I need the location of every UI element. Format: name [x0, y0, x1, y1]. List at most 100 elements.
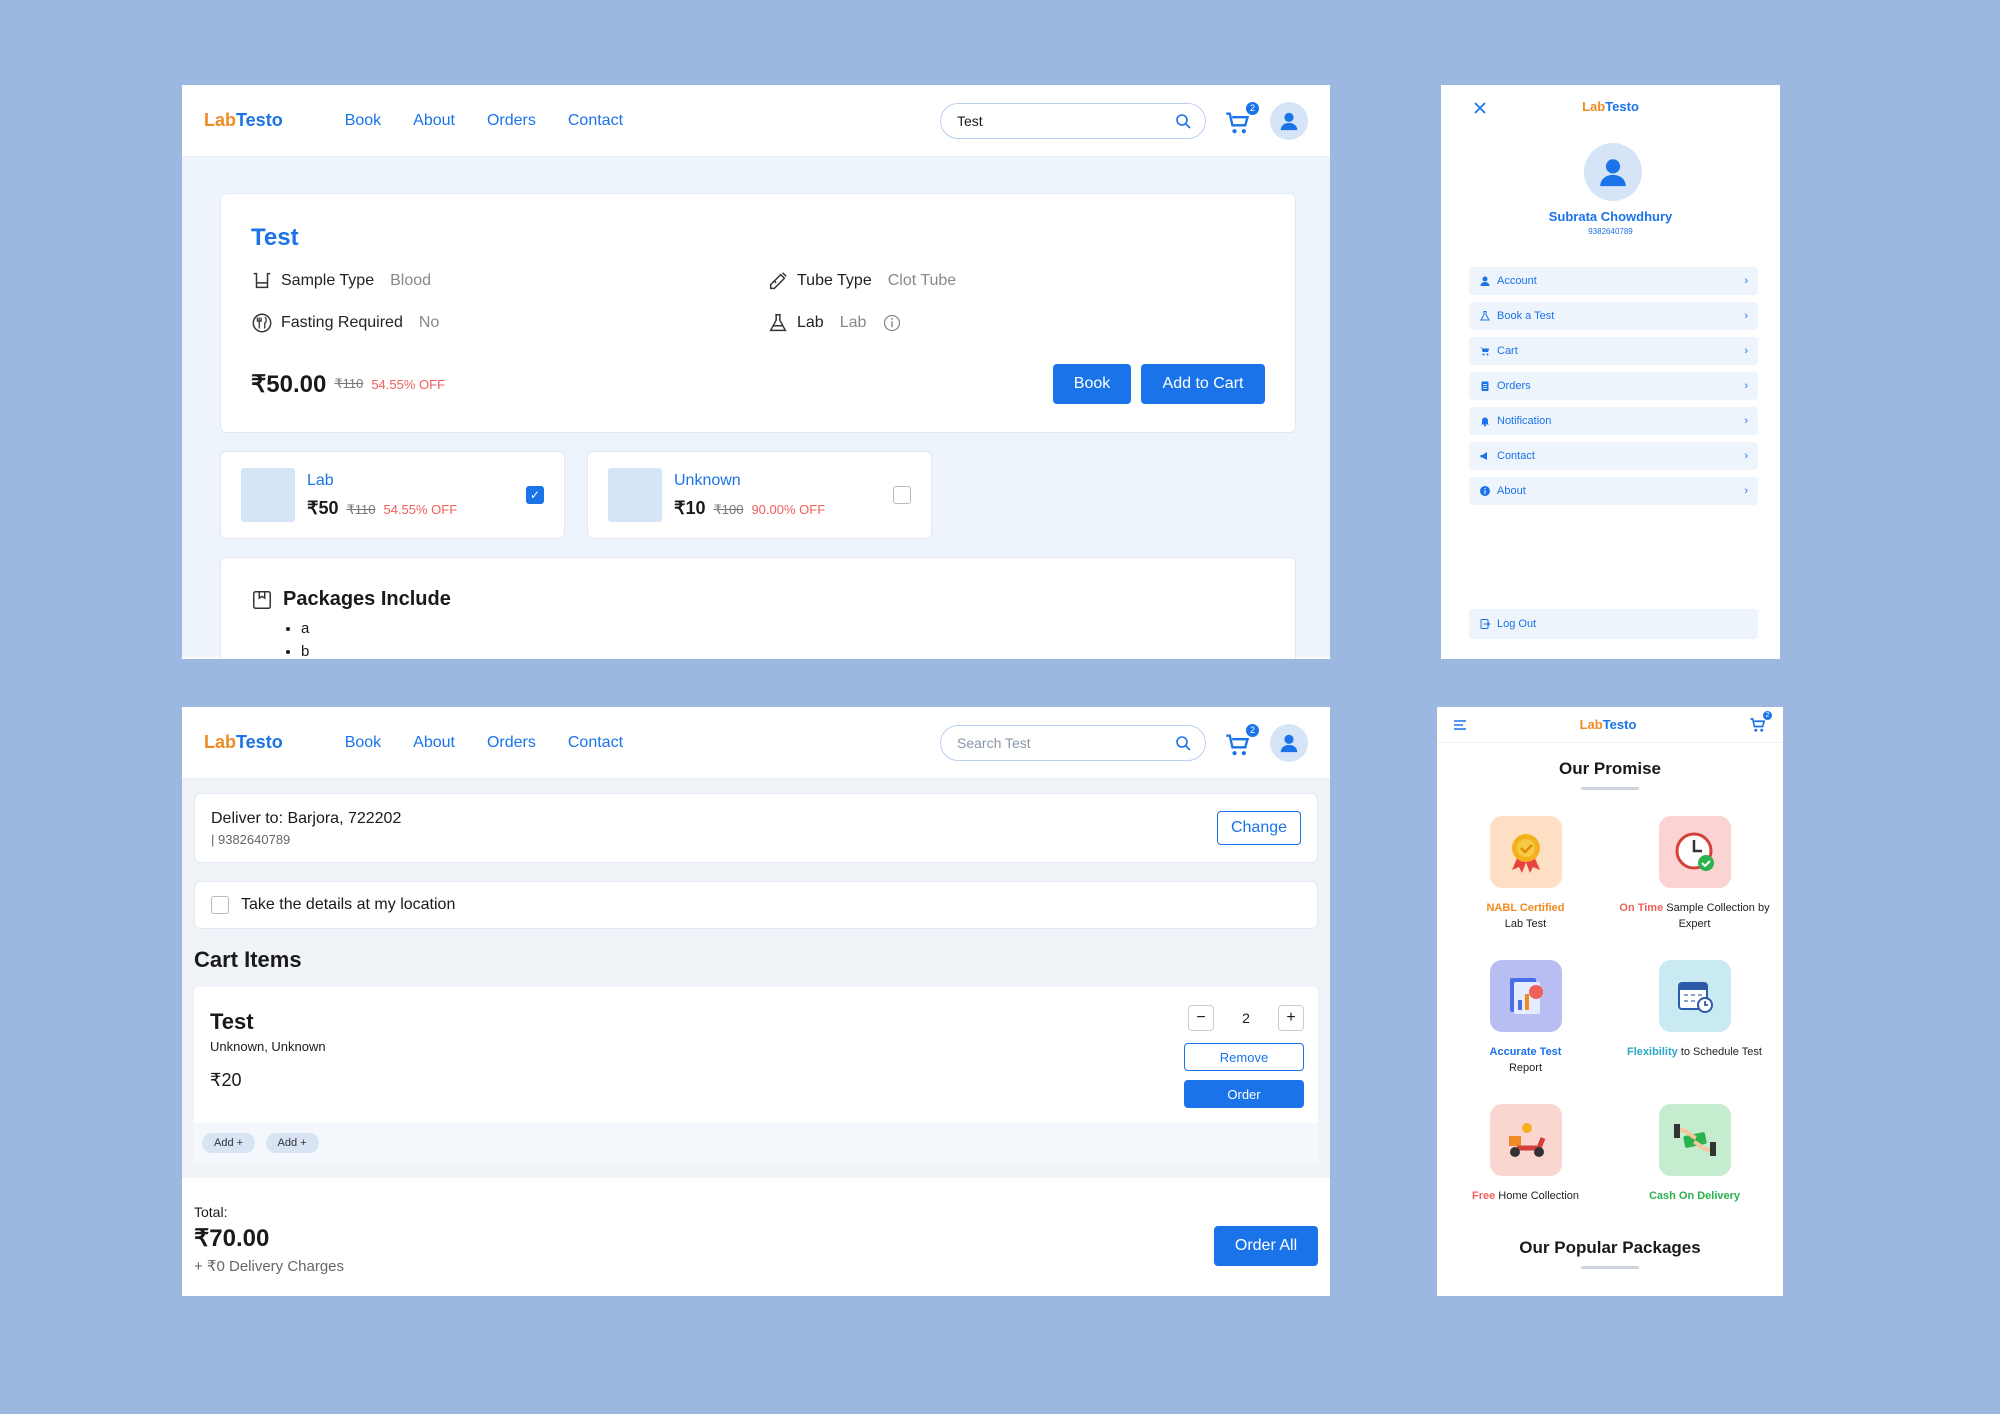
navbar: LabTesto Book About Orders Contact Test … [182, 85, 1330, 157]
menu-item-notification[interactable]: Notification › [1469, 407, 1758, 435]
menu-item-book-test[interactable]: Book a Test › [1469, 302, 1758, 330]
add-addon-button[interactable]: Add + [265, 1133, 319, 1153]
lab-thumbnail [608, 468, 662, 522]
nav-link-book[interactable]: Book [345, 112, 381, 130]
search-input[interactable]: Test [940, 102, 1206, 139]
mobile-header: LabTesto 2 [1437, 707, 1783, 743]
location-checkbox[interactable] [211, 896, 229, 914]
add-addon-button[interactable]: Add + [202, 1133, 256, 1153]
nav-link-about[interactable]: About [413, 112, 455, 130]
lab-checkbox[interactable] [893, 486, 911, 504]
chevron-right-icon: › [1744, 415, 1748, 427]
info-icon[interactable] [882, 313, 902, 333]
test-title: Test [251, 224, 299, 251]
search-icon[interactable] [1175, 735, 1191, 751]
total-bar: Total: ₹70.00 + ₹0 Delivery Charges Orde… [182, 1178, 1330, 1296]
location-label: Take the details at my location [241, 896, 456, 913]
quantity-value: 2 [1242, 1010, 1250, 1026]
brand-logo[interactable]: LabTesto [204, 732, 283, 753]
remove-button[interactable]: Remove [1184, 1043, 1304, 1071]
cart-count-badge: 2 [1245, 100, 1260, 116]
lab-checkbox-checked[interactable]: ✓ [526, 486, 544, 504]
brand-logo[interactable]: LabTesto [1441, 99, 1780, 114]
avatar[interactable] [1270, 723, 1308, 762]
list-item: a [301, 617, 1265, 640]
change-address-button[interactable]: Change [1217, 811, 1301, 845]
decrement-button[interactable]: − [1188, 1005, 1214, 1031]
logout-icon [1480, 619, 1491, 629]
deliver-phone: | 9382640789 [211, 831, 291, 847]
nav-link-book[interactable]: Book [345, 734, 381, 752]
report-icon [1489, 960, 1562, 1032]
menu-item-about[interactable]: About › [1469, 477, 1758, 505]
lab-name: Lab [307, 471, 334, 489]
avatar[interactable] [1270, 101, 1308, 140]
brand-logo[interactable]: LabTesto [204, 110, 283, 131]
test-original-price: ₹110 [334, 376, 364, 391]
deliver-label: Deliver to: [211, 809, 284, 827]
promise-free-home: Free Home Collection [1441, 1104, 1610, 1204]
user-icon [1480, 276, 1490, 286]
menu-item-contact[interactable]: Contact › [1469, 442, 1758, 470]
total-label: Total: [194, 1204, 228, 1220]
navbar: LabTesto Book About Orders Contact Searc… [182, 707, 1330, 779]
search-input[interactable]: Search Test [940, 724, 1206, 761]
user-icon [1600, 159, 1626, 187]
addons-row: Add + Add + [194, 1123, 1318, 1163]
nav-link-contact[interactable]: Contact [568, 734, 623, 752]
clock-icon [1658, 816, 1731, 888]
avatar[interactable] [1584, 143, 1642, 201]
lab-option-card[interactable]: Lab ₹50 ₹110 54.55% OFF ✓ [220, 451, 565, 539]
chevron-right-icon: › [1744, 485, 1748, 497]
logout-button[interactable]: Log Out [1469, 609, 1758, 639]
packages-title: Packages Include [283, 588, 451, 610]
scooter-icon [1489, 1104, 1562, 1176]
lab-price: ₹10 [674, 497, 706, 518]
test-info-card: Test Sample Type Blood Tube Type Clot Tube… [220, 193, 1296, 433]
nav-link-contact[interactable]: Contact [568, 112, 623, 130]
chevron-right-icon: › [1744, 450, 1748, 462]
increment-button[interactable]: + [1278, 1005, 1304, 1031]
book-button[interactable]: Book [1053, 364, 1131, 404]
cart-item: Test Unknown, Unknown ₹20 − 2 + Remove O… [194, 987, 1318, 1163]
add-to-cart-button[interactable]: Add to Cart [1141, 364, 1265, 404]
lab-option-card[interactable]: Unknown ₹10 ₹100 90.00% OFF [587, 451, 932, 539]
user-name: Subrata Chowdhury [1548, 209, 1673, 224]
cart-button[interactable]: 2 [1224, 100, 1260, 137]
cart-items-title: Cart Items [194, 947, 302, 972]
megaphone-icon [1480, 452, 1487, 460]
flask-icon [769, 314, 787, 332]
search-icon[interactable] [1175, 113, 1191, 129]
bell-icon [1481, 417, 1489, 427]
deliver-address: Barjora, 722202 [287, 809, 402, 827]
menu-item-account[interactable]: Account › [1469, 267, 1758, 295]
packages-list: a b [301, 617, 1265, 659]
syringe-icon [769, 272, 787, 290]
hamburger-menu-icon[interactable] [1453, 719, 1467, 731]
packages-card: Packages Include a b [220, 557, 1296, 659]
nav-link-orders[interactable]: Orders [487, 112, 536, 130]
flask-icon [1480, 311, 1490, 321]
lab-discount: 54.55% OFF [383, 501, 458, 517]
test-price: ₹50.00 [251, 370, 327, 398]
cart-count-badge: 2 [1762, 709, 1773, 721]
promise-flexibility: Flexibility to Schedule Test [1610, 960, 1779, 1076]
promise-screen: LabTesto 2 Our Promise NABL Certified Lab… [1437, 707, 1783, 1296]
brand-logo[interactable]: LabTesto [1467, 717, 1749, 732]
cart-button[interactable]: 2 [1749, 709, 1773, 734]
cart-item-price: ₹20 [210, 1070, 242, 1090]
cart-button[interactable]: 2 [1224, 722, 1260, 759]
list-item: b [301, 640, 1265, 659]
chevron-right-icon: › [1744, 310, 1748, 322]
delivery-address-card: Deliver to: Barjora, 722202 | 9382640789… [194, 793, 1318, 863]
cart-item-labs: Unknown, Unknown [210, 1039, 326, 1054]
promise-title: Our Promise [1558, 759, 1662, 778]
nav-link-about[interactable]: About [413, 734, 455, 752]
lab-original-price: ₹110 [346, 501, 376, 517]
order-button[interactable]: Order [1184, 1080, 1304, 1108]
promise-accurate: Accurate Test Report [1441, 960, 1610, 1076]
menu-item-orders[interactable]: Orders › [1469, 372, 1758, 400]
order-all-button[interactable]: Order All [1214, 1226, 1318, 1266]
nav-link-orders[interactable]: Orders [487, 734, 536, 752]
menu-item-cart[interactable]: Cart › [1469, 337, 1758, 365]
